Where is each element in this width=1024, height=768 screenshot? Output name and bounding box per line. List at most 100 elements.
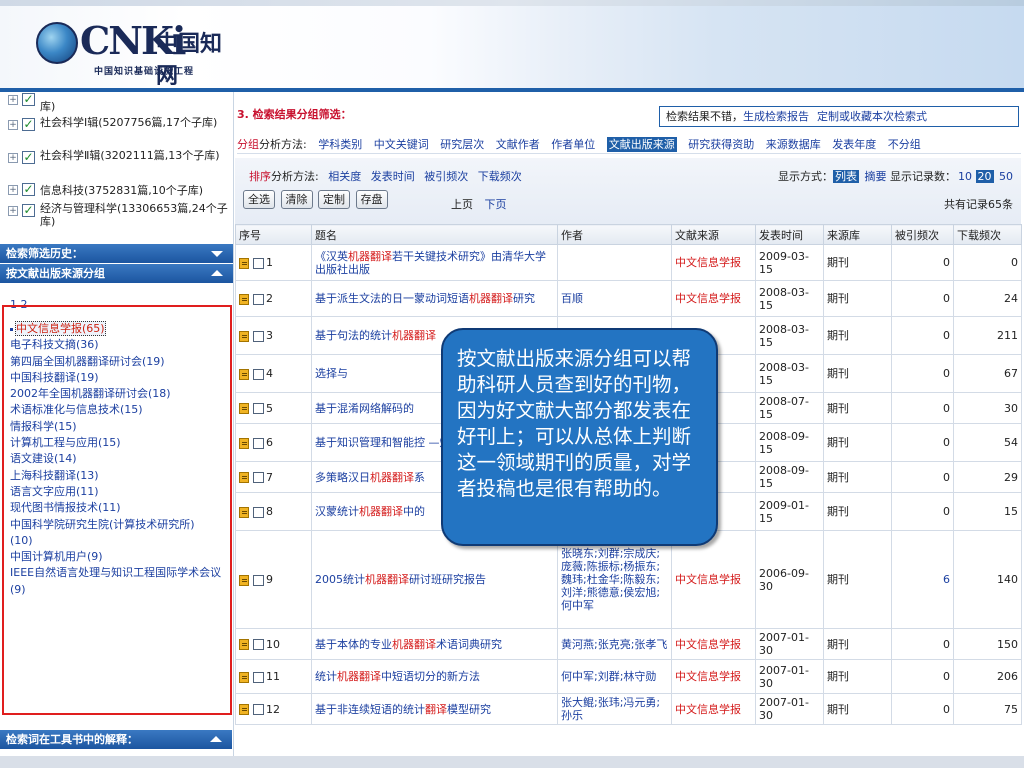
row-checkbox[interactable] — [253, 639, 264, 650]
select-all-button[interactable]: 全选 — [243, 190, 275, 209]
title-cell[interactable]: 《汉英机器翻译若干关键技术研究》由清华大学出版社出版 — [311, 244, 558, 281]
expand-down-icon[interactable] — [211, 251, 223, 257]
note-icon[interactable] — [239, 330, 249, 342]
method-option[interactable]: 发表年度 — [832, 138, 876, 151]
expand-icon[interactable]: + — [8, 206, 18, 216]
checkbox-checked-icon[interactable]: ✓ — [22, 118, 35, 131]
source-cell[interactable]: 中文信息学报 — [671, 659, 756, 694]
collapse-up-icon[interactable] — [211, 270, 223, 276]
checkbox-checked-icon[interactable]: ✓ — [22, 183, 35, 196]
clear-button[interactable]: 清除 — [280, 190, 313, 209]
note-icon[interactable] — [239, 257, 249, 269]
title-cell[interactable]: 统计机器翻译中短语切分的新方法 — [311, 659, 558, 694]
expand-icon[interactable]: + — [8, 185, 18, 195]
title-link[interactable]: 统计机器翻译中短语切分的新方法 — [315, 670, 480, 683]
col-header[interactable]: 来源库 — [823, 224, 892, 245]
col-header[interactable]: 作者 — [557, 224, 672, 245]
note-icon[interactable] — [239, 437, 249, 449]
note-icon[interactable] — [239, 293, 249, 305]
title-link[interactable]: 2005统计机器翻译研讨班研究报告 — [315, 573, 486, 586]
title-cell[interactable]: 基于非连续短语的统计翻译模型研究 — [311, 693, 558, 725]
author-cell[interactable]: 黄河燕;张克亮;张孝飞 — [557, 628, 672, 660]
col-header[interactable]: 被引频次 — [891, 224, 954, 245]
col-header[interactable]: 发表时间 — [755, 224, 824, 245]
source-cell[interactable]: 中文信息学报 — [671, 280, 756, 317]
title-link[interactable]: 《汉英机器翻译若干关键技术研究》由清华大学出版社出版 — [315, 250, 546, 276]
checkbox-checked-icon[interactable]: ✓ — [22, 151, 35, 164]
title-link[interactable]: 基于非连续短语的统计翻译模型研究 — [315, 703, 491, 716]
category-item[interactable]: + ✓ 经济与管理科学(13306653篇,24个子库) — [0, 200, 233, 244]
customize-button[interactable]: 定制 — [318, 190, 350, 209]
title-link[interactable]: 基于本体的专业机器翻译术语词典研究 — [315, 638, 502, 651]
author-cell[interactable]: 何中军;刘群;林守勋 — [557, 659, 672, 694]
title-link[interactable]: 基于派生文法的日一蒙动词短语机器翻译研究 — [315, 292, 535, 305]
category-item[interactable]: + ✓ 社会科学Ⅱ辑(3202111篇,13个子库) — [0, 147, 233, 180]
row-checkbox[interactable] — [253, 671, 264, 683]
toolbook-header[interactable]: 检索词在工具书中的解释： — [0, 730, 232, 750]
save-query-link[interactable]: 定制或收藏本次检索式 — [817, 110, 927, 123]
row-checkbox[interactable] — [253, 574, 264, 586]
sort-option[interactable]: 被引频次 — [424, 170, 468, 183]
sort-option[interactable]: 相关度 — [328, 170, 361, 183]
title-link[interactable]: 基于混淆网络解码的 — [315, 402, 414, 415]
row-checkbox[interactable] — [253, 257, 264, 269]
author-cell[interactable] — [557, 244, 672, 281]
source-group-header[interactable]: 按文献出版来源分组 — [0, 264, 233, 284]
count-option[interactable]: 10 — [958, 170, 972, 183]
category-item[interactable]: + ✓ 信息科技(3752831篇,10个子库) — [0, 180, 233, 200]
method-option[interactable]: 来源数据库 — [766, 138, 821, 151]
title-link[interactable]: 选择与 — [315, 367, 348, 380]
row-checkbox[interactable] — [253, 506, 264, 518]
col-header[interactable]: 下载频次 — [953, 224, 1022, 245]
method-option[interactable]: 文献作者 — [496, 138, 540, 151]
note-icon[interactable] — [239, 472, 249, 483]
method-option[interactable]: 研究获得资助 — [688, 138, 754, 151]
display-list-option[interactable]: 列表 — [833, 170, 859, 183]
method-option[interactable]: 中文关键词 — [374, 138, 429, 151]
title-cell[interactable]: 基于派生文法的日一蒙动词短语机器翻译研究 — [311, 280, 558, 317]
row-checkbox[interactable] — [253, 368, 264, 380]
display-abstract-option[interactable]: 摘要 — [865, 170, 887, 183]
note-icon[interactable] — [239, 704, 249, 715]
author-cell[interactable]: 百顺 — [557, 280, 672, 317]
source-cell[interactable]: 中文信息学报 — [671, 244, 756, 281]
row-checkbox[interactable] — [253, 437, 264, 449]
source-cell[interactable]: 中文信息学报 — [671, 628, 756, 660]
cited-count-cell[interactable]: 6 — [891, 530, 954, 629]
method-option[interactable]: 不分组 — [888, 138, 921, 151]
method-option[interactable]: 作者单位 — [551, 138, 595, 151]
row-checkbox[interactable] — [253, 293, 264, 305]
col-header[interactable]: 题名 — [311, 224, 558, 245]
save-button[interactable]: 存盘 — [355, 190, 388, 209]
title-cell[interactable]: 基于本体的专业机器翻译术语词典研究 — [311, 628, 558, 660]
expand-icon[interactable]: + — [8, 120, 18, 130]
row-checkbox[interactable] — [253, 330, 264, 342]
category-item[interactable]: + ✓ 社会科学Ⅰ辑(5207756篇,17个子库) — [0, 114, 233, 147]
note-icon[interactable] — [239, 368, 249, 380]
row-checkbox[interactable] — [253, 704, 264, 715]
source-cell[interactable]: 中文信息学报 — [671, 693, 756, 725]
method-option[interactable]: 研究层次 — [440, 138, 484, 151]
col-header[interactable]: 文献来源 — [671, 224, 756, 245]
note-icon[interactable] — [239, 671, 249, 683]
collapse-up-icon[interactable] — [210, 736, 222, 742]
note-icon[interactable] — [239, 639, 249, 650]
checkbox-checked-icon[interactable]: ✓ — [22, 93, 35, 106]
count-option-active[interactable]: 20 — [975, 170, 994, 183]
note-icon[interactable] — [239, 403, 249, 414]
generate-report-link[interactable]: 生成检索报告 — [743, 110, 809, 123]
search-history-header[interactable]: 检索筛选历史： — [0, 244, 233, 264]
category-item[interactable]: + ✓ 库) — [0, 92, 233, 114]
next-page-link[interactable]: 下页 — [485, 198, 507, 211]
sort-option[interactable]: 下载频次 — [478, 170, 522, 183]
method-option[interactable]: 学科类别 — [318, 138, 362, 151]
method-option-active[interactable]: 文献出版来源 — [606, 137, 677, 152]
expand-icon[interactable]: + — [8, 95, 18, 105]
author-cell[interactable]: 张大鲲;张玮;冯元勇;孙乐 — [557, 693, 672, 725]
row-checkbox[interactable] — [253, 403, 264, 414]
title-link[interactable]: 汉蒙统计机器翻译中的 — [315, 505, 425, 518]
note-icon[interactable] — [239, 506, 249, 518]
title-link[interactable]: 多策略汉日机器翻译系 — [315, 471, 425, 484]
count-option[interactable]: 50 — [999, 170, 1013, 183]
sort-option[interactable]: 发表时间 — [371, 170, 415, 183]
